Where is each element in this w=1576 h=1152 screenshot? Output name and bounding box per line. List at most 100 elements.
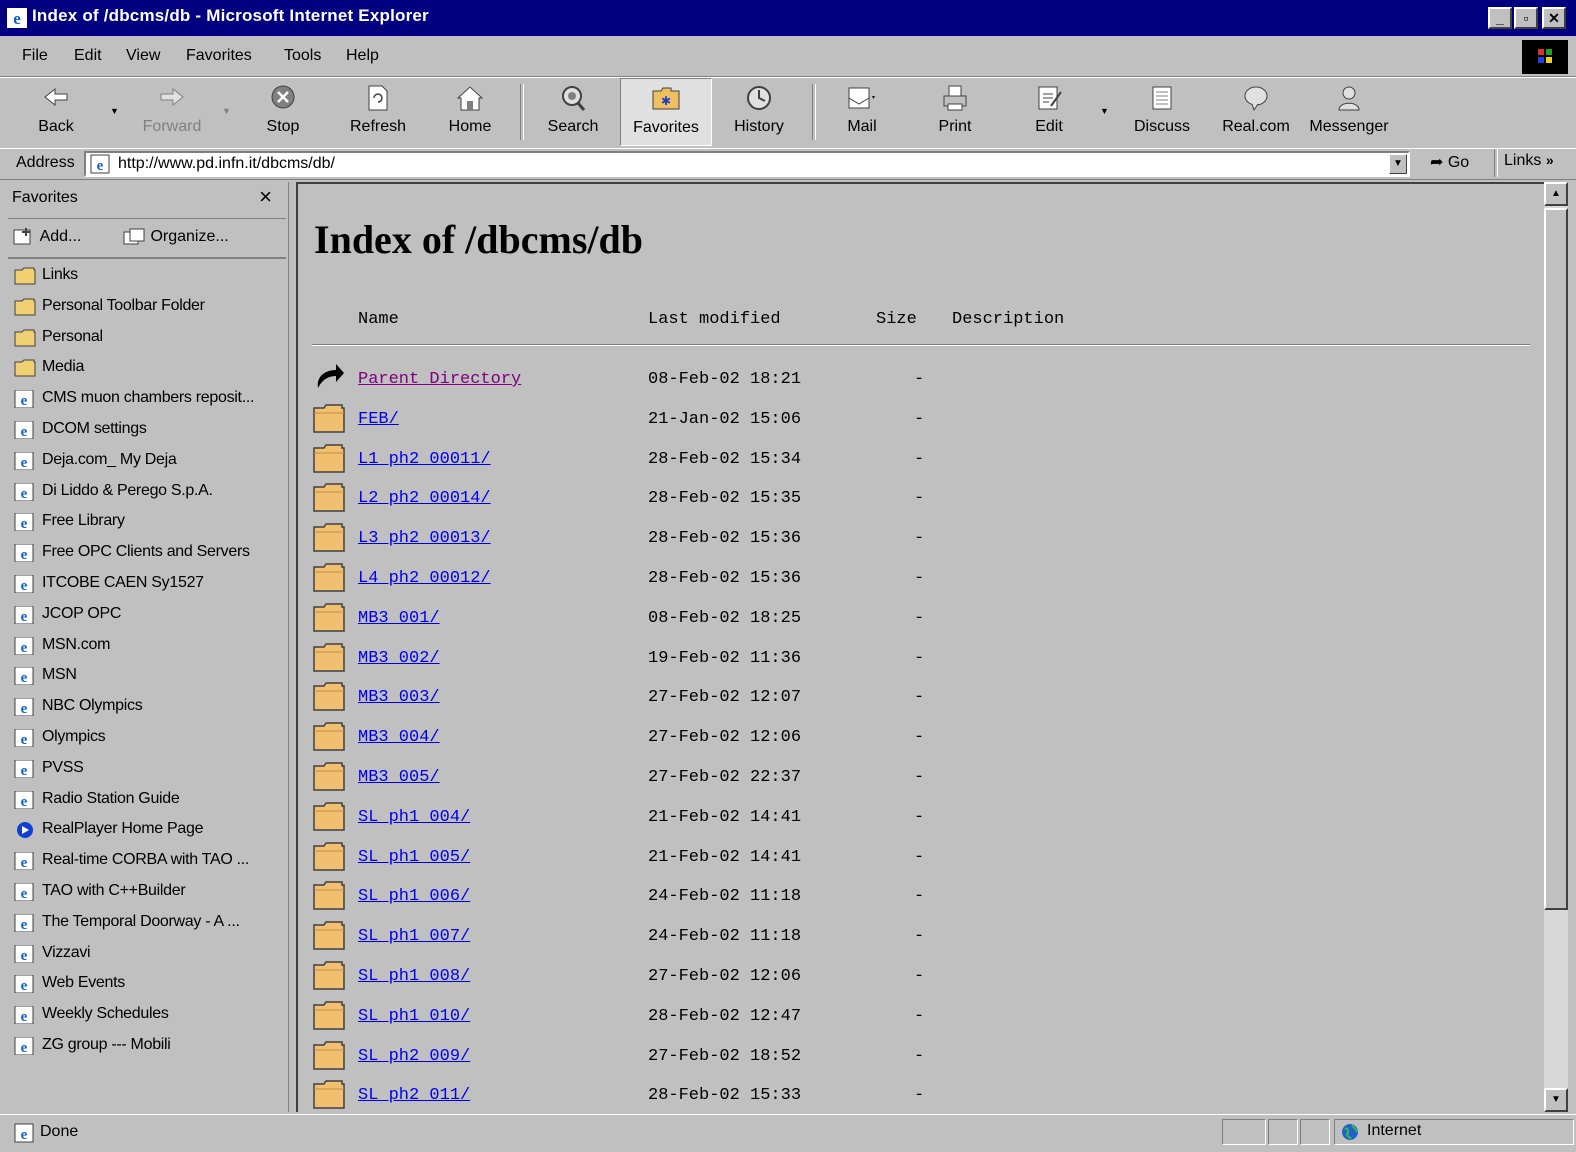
column-header-name[interactable]: Name: [358, 310, 399, 329]
address-dropdown-button[interactable]: ▼: [1389, 154, 1407, 174]
links-button[interactable]: Links »: [1504, 152, 1554, 170]
favorites-item[interactable]: e Free OPC Clients and Servers: [10, 540, 284, 568]
favorites-item[interactable]: e Weekly Schedules: [10, 1002, 284, 1030]
folder-icon[interactable]: [312, 561, 346, 593]
favorites-item[interactable]: e The Temporal Doorway - A ...: [10, 910, 284, 938]
favorites-item[interactable]: e ZG group --- Mobili: [10, 1033, 284, 1061]
folder-icon[interactable]: [312, 720, 346, 752]
folder-icon[interactable]: [312, 481, 346, 513]
directory-link[interactable]: SL_ph1_010/: [358, 1007, 470, 1026]
folder-icon[interactable]: [312, 800, 346, 832]
pane-splitter[interactable]: [288, 182, 295, 1112]
directory-link[interactable]: MB3_004/: [358, 728, 440, 747]
favorites-item[interactable]: e Deja.com_ My Deja: [10, 448, 284, 476]
folder-icon[interactable]: [312, 601, 346, 633]
favorites-item[interactable]: e JCOP OPC: [10, 602, 284, 630]
scroll-down-button[interactable]: ▼: [1544, 1088, 1568, 1112]
favorites-item[interactable]: e Radio Station Guide: [10, 787, 284, 815]
favorites-item[interactable]: e CMS muon chambers reposit...: [10, 386, 284, 414]
address-input[interactable]: e http://www.pd.infn.it/dbcms/db/ ▼: [84, 151, 1410, 177]
close-button[interactable]: ✕: [1542, 7, 1566, 29]
back-dropdown-icon[interactable]: ▼: [110, 106, 119, 116]
forward-button[interactable]: Forward: [130, 78, 214, 146]
favorites-item[interactable]: e Free Library: [10, 509, 284, 537]
favorites-item[interactable]: Links: [10, 263, 284, 291]
folder-icon[interactable]: [312, 521, 346, 553]
home-button[interactable]: Home: [440, 78, 500, 146]
folder-icon[interactable]: [312, 879, 346, 911]
scroll-up-button[interactable]: ▲: [1544, 182, 1568, 206]
favorites-item[interactable]: e MSN: [10, 663, 284, 691]
favorites-item[interactable]: e DCOM settings: [10, 417, 284, 445]
directory-link[interactable]: L1_ph2_00011/: [358, 450, 491, 469]
folder-icon[interactable]: [312, 641, 346, 673]
favorites-item[interactable]: e Vizzavi: [10, 941, 284, 969]
realcom-button[interactable]: Real.com: [1216, 78, 1296, 146]
parent-directory-link[interactable]: Parent Directory: [358, 370, 521, 389]
go-button[interactable]: ➦ Go: [1430, 152, 1469, 172]
vertical-scrollbar[interactable]: ▲ ▼: [1544, 182, 1568, 1112]
directory-link[interactable]: SL_ph1_004/: [358, 808, 470, 827]
favorites-item[interactable]: e Olympics: [10, 725, 284, 753]
menu-edit[interactable]: Edit: [74, 47, 102, 65]
folder-icon[interactable]: [312, 999, 346, 1031]
edit-button[interactable]: Edit: [1014, 78, 1084, 146]
organize-favorites-button[interactable]: Organize...: [122, 227, 229, 247]
refresh-button[interactable]: Refresh: [340, 78, 416, 146]
directory-link[interactable]: L4_ph2_00012/: [358, 569, 491, 588]
messenger-button[interactable]: Messenger: [1302, 78, 1396, 146]
folder-icon[interactable]: [312, 959, 346, 991]
directory-link[interactable]: MB3_005/: [358, 768, 440, 787]
back-button[interactable]: Back: [20, 78, 92, 146]
folder-icon[interactable]: [312, 840, 346, 872]
directory-link[interactable]: SL_ph2_009/: [358, 1047, 470, 1066]
close-pane-icon[interactable]: ×: [259, 184, 272, 210]
favorites-item[interactable]: e TAO with C++Builder: [10, 879, 284, 907]
print-button[interactable]: Print: [920, 78, 990, 146]
directory-link[interactable]: FEB/: [358, 410, 399, 429]
folder-icon[interactable]: [312, 1078, 346, 1110]
folder-icon[interactable]: [312, 760, 346, 792]
favorites-item[interactable]: e ITCOBE CAEN Sy1527: [10, 571, 284, 599]
favorites-item[interactable]: RealPlayer Home Page: [10, 817, 284, 845]
add-favorite-button[interactable]: Add...: [12, 227, 81, 247]
favorites-item[interactable]: e Di Liddo & Perego S.p.A.: [10, 479, 284, 507]
discuss-button[interactable]: Discuss: [1124, 78, 1200, 146]
mail-button[interactable]: Mail: [826, 78, 898, 146]
favorites-item[interactable]: e NBC Olympics: [10, 694, 284, 722]
menu-favorites[interactable]: Favorites: [186, 47, 252, 65]
edit-dropdown-icon[interactable]: ▼: [1100, 106, 1109, 116]
directory-link[interactable]: SL_ph1_007/: [358, 927, 470, 946]
scrollbar-thumb[interactable]: [1544, 208, 1568, 910]
favorites-item[interactable]: Personal Toolbar Folder: [10, 294, 284, 322]
directory-link[interactable]: MB3_001/: [358, 609, 440, 628]
folder-icon[interactable]: [312, 402, 346, 434]
favorites-item[interactable]: e Real-time CORBA with TAO ...: [10, 848, 284, 876]
menu-help[interactable]: Help: [346, 47, 379, 65]
column-header-last-modified[interactable]: Last modified: [648, 310, 781, 329]
directory-link[interactable]: L2_ph2_00014/: [358, 489, 491, 508]
menu-file[interactable]: File: [22, 47, 48, 65]
menu-view[interactable]: View: [126, 47, 160, 65]
maximize-button[interactable]: ▫: [1514, 7, 1538, 29]
directory-link[interactable]: SL_ph2_011/: [358, 1086, 470, 1105]
directory-link[interactable]: MB3_002/: [358, 649, 440, 668]
minimize-button[interactable]: _: [1488, 7, 1512, 29]
favorites-item[interactable]: Personal: [10, 325, 284, 353]
search-button[interactable]: Search: [536, 78, 610, 146]
stop-button[interactable]: Stop: [252, 78, 314, 146]
directory-link[interactable]: SL_ph1_008/: [358, 967, 470, 986]
favorites-item[interactable]: e Web Events: [10, 971, 284, 999]
column-header-description[interactable]: Description: [952, 310, 1064, 329]
directory-link[interactable]: SL_ph1_005/: [358, 848, 470, 867]
directory-link[interactable]: MB3_003/: [358, 688, 440, 707]
history-button[interactable]: History: [722, 78, 796, 146]
folder-icon[interactable]: [312, 442, 346, 474]
menu-tools[interactable]: Tools: [284, 47, 321, 65]
folder-icon[interactable]: [312, 1039, 346, 1071]
favorites-item[interactable]: e MSN.com: [10, 633, 284, 661]
favorites-button[interactable]: ✱ Favorites: [620, 78, 712, 146]
favorites-item[interactable]: e PVSS: [10, 756, 284, 784]
column-header-size[interactable]: Size: [876, 310, 917, 329]
parent-dir-icon[interactable]: [312, 362, 346, 394]
